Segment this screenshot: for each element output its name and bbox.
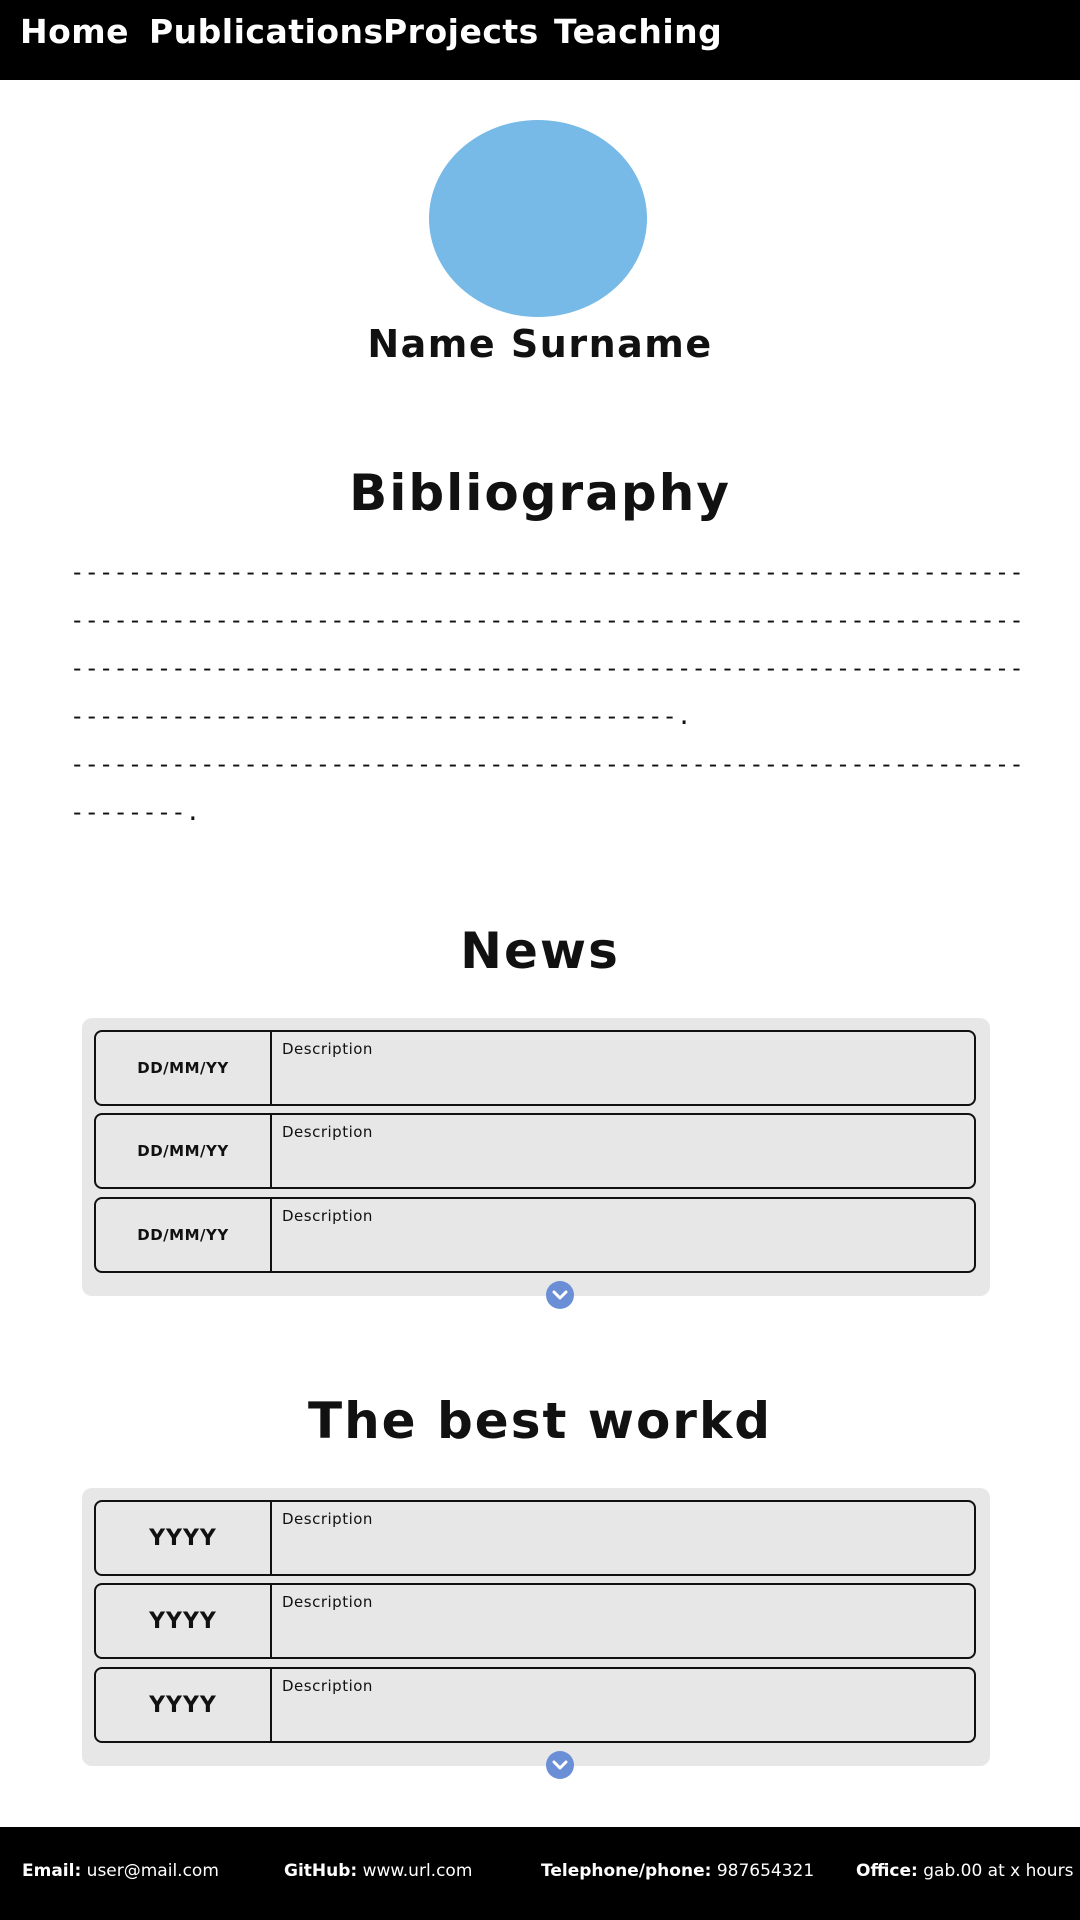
news-row[interactable]: DD/MM/YY Description <box>94 1030 976 1106</box>
top-nav-bar: Home Publications Projects Teaching <box>0 0 1080 80</box>
bibliography-line: ----------------------------------------… <box>70 558 1020 586</box>
news-title: News <box>460 922 620 980</box>
nav-teaching-link[interactable]: Teaching <box>554 12 722 51</box>
chevron-down-icon <box>552 1290 568 1300</box>
works-description: Description <box>282 1510 373 1528</box>
footer-email-label: Email: <box>22 1861 82 1881</box>
bibliography-line: ----------------------------------------… <box>70 702 692 730</box>
bibliography-title: Bibliography <box>349 464 731 522</box>
news-expand-button[interactable] <box>546 1281 574 1309</box>
footer-phone-value: 987654321 <box>716 1861 815 1881</box>
chevron-down-icon <box>552 1760 568 1770</box>
news-description: Description <box>282 1123 373 1141</box>
footer-phone: Telephone/phone: 987654321 <box>541 1861 814 1881</box>
works-year: YYYY <box>96 1669 272 1741</box>
news-date: DD/MM/YY <box>96 1115 272 1187</box>
profile-name: Name Surname <box>367 322 713 366</box>
news-description: Description <box>282 1040 373 1058</box>
news-date: DD/MM/YY <box>96 1032 272 1104</box>
news-row[interactable]: DD/MM/YY Description <box>94 1113 976 1189</box>
bibliography-line: ----------------------------------------… <box>70 750 1020 778</box>
works-description: Description <box>282 1593 373 1611</box>
works-year: YYYY <box>96 1585 272 1657</box>
bibliography-line: --------. <box>70 798 201 826</box>
news-date: DD/MM/YY <box>96 1199 272 1271</box>
news-description: Description <box>282 1207 373 1225</box>
works-panel: YYYY Description YYYY Description YYYY D… <box>82 1488 990 1779</box>
nav-home-link[interactable]: Home <box>20 12 129 51</box>
bibliography-text: ----------------------------------------… <box>70 548 1020 836</box>
nav-projects-link[interactable]: Projects <box>383 12 539 51</box>
news-panel: DD/MM/YY Description DD/MM/YY Descriptio… <box>82 1018 990 1309</box>
works-title: The best workd <box>307 1392 773 1450</box>
footer: Email: user@mail.com GitHub: www.url.com… <box>0 1827 1080 1920</box>
news-row[interactable]: DD/MM/YY Description <box>94 1197 976 1273</box>
footer-github: GitHub: www.url.com <box>284 1861 472 1881</box>
footer-phone-label: Telephone/phone: <box>541 1861 712 1881</box>
works-row[interactable]: YYYY Description <box>94 1667 976 1743</box>
works-year: YYYY <box>96 1502 272 1574</box>
footer-office-label: Office: <box>856 1861 918 1881</box>
avatar <box>429 120 647 317</box>
footer-github-value[interactable]: www.url.com <box>363 1861 473 1881</box>
footer-office: Office: gab.00 at x hours <box>856 1861 1073 1881</box>
works-expand-button[interactable] <box>546 1751 574 1779</box>
works-row[interactable]: YYYY Description <box>94 1583 976 1659</box>
works-description: Description <box>282 1677 373 1695</box>
footer-email: Email: user@mail.com <box>22 1861 219 1881</box>
footer-github-label: GitHub: <box>284 1861 358 1881</box>
nav-publications-link[interactable]: Publications <box>149 12 384 51</box>
bibliography-line: ----------------------------------------… <box>70 654 1020 682</box>
footer-office-value: gab.00 at x hours <box>923 1861 1074 1881</box>
bibliography-line: ----------------------------------------… <box>70 606 1020 634</box>
footer-email-value[interactable]: user@mail.com <box>87 1861 219 1881</box>
works-row[interactable]: YYYY Description <box>94 1500 976 1576</box>
